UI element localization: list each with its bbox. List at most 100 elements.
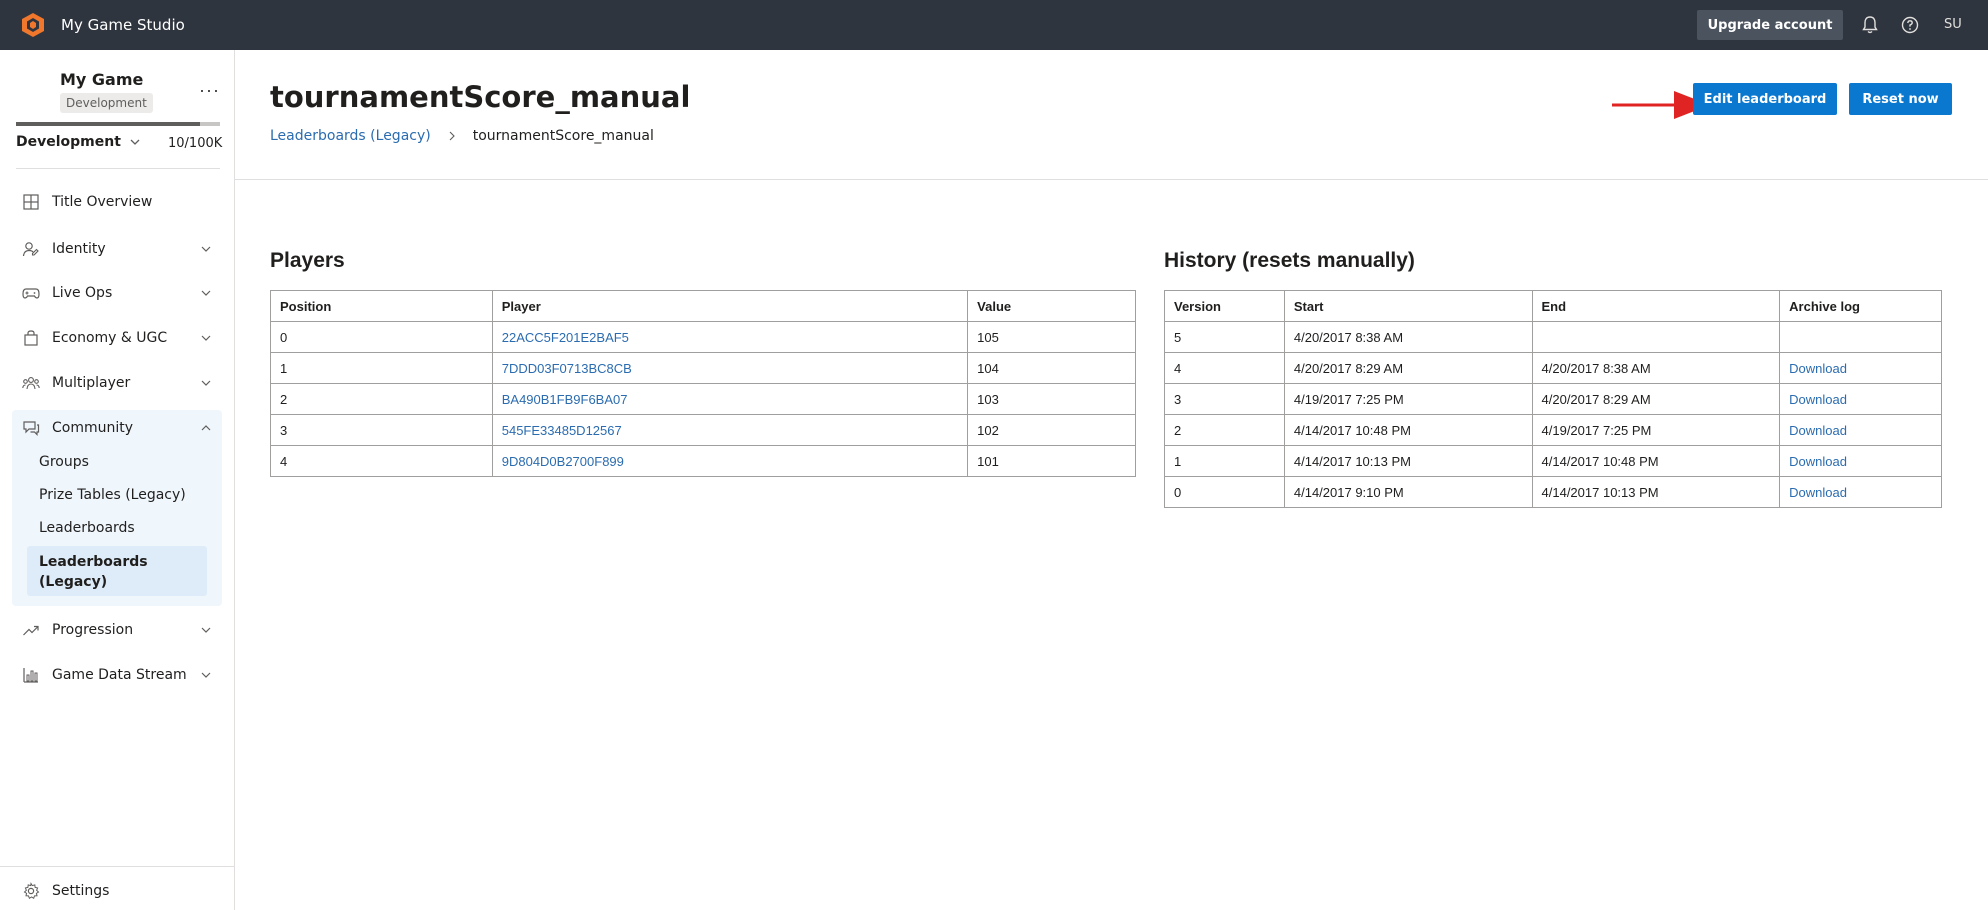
download-link[interactable]: Download	[1789, 423, 1847, 438]
sidebar-item-economy-ugc[interactable]: Economy & UGC	[12, 320, 222, 356]
sidebar: My Game Development ··· Development 10/1…	[0, 50, 235, 910]
sidebar-item-live-ops[interactable]: Live Ops	[12, 275, 222, 311]
version-cell: 4	[1164, 352, 1285, 384]
user-avatar[interactable]: SU	[1944, 17, 1962, 32]
sidebar-item-label: Identity	[52, 241, 106, 257]
game-name: My Game	[60, 70, 144, 89]
end-cell	[1531, 321, 1781, 353]
version-cell: 2	[1164, 414, 1285, 446]
download-link[interactable]: Download	[1789, 392, 1847, 407]
position-cell: 3	[270, 414, 493, 446]
column-header-player: Player	[491, 290, 969, 322]
archive-log-cell: Download	[1779, 352, 1942, 384]
environment-select[interactable]: Development	[16, 134, 141, 150]
people-icon	[22, 377, 40, 390]
column-header-position: Position	[270, 290, 493, 322]
start-cell: 4/19/2017 7:25 PM	[1283, 383, 1533, 415]
value-cell: 101	[967, 445, 1136, 477]
breadcrumb-link-leaderboards-legacy[interactable]: Leaderboards (Legacy)	[270, 128, 431, 144]
end-cell: 4/14/2017 10:48 PM	[1531, 445, 1781, 477]
table-row: 4 4/20/2017 8:29 AM 4/20/2017 8:38 AM Downl…	[1164, 352, 1942, 384]
sidebar-subitem-leaderboards[interactable]: Leaderboards	[39, 520, 135, 536]
start-cell: 4/14/2017 9:10 PM	[1283, 476, 1533, 508]
archive-log-cell: Download	[1779, 414, 1942, 446]
column-header-version: Version	[1164, 290, 1285, 322]
position-cell: 2	[270, 383, 493, 415]
table-row: 0 22ACC5F201E2BAF5 105	[270, 321, 1136, 353]
player-id-link[interactable]: BA490B1FB9F6BA07	[502, 392, 628, 407]
players-table: Position Player Value 0 22ACC5F201E2BAF5 1…	[270, 290, 1136, 477]
sidebar-item-label: Settings	[52, 883, 110, 899]
chevron-right-icon	[449, 131, 455, 141]
edit-leaderboard-button[interactable]: Edit leaderboard	[1693, 83, 1837, 115]
main-content: tournamentScore_manual Leaderboards (Leg…	[235, 50, 1988, 910]
sidebar-subitem-leaderboards-legacy[interactable]: Leaderboards (Legacy)	[27, 546, 207, 596]
sidebar-subitem-prize-tables[interactable]: Prize Tables (Legacy)	[39, 487, 186, 503]
upgrade-account-button[interactable]: Upgrade account	[1697, 10, 1843, 40]
sidebar-item-identity[interactable]: Identity	[12, 231, 222, 267]
usage-bar	[16, 122, 220, 126]
history-table: Version Start End Archive log 5 4/20/2017…	[1164, 290, 1942, 508]
header-divider	[235, 179, 1988, 180]
table-row: 2 4/14/2017 10:48 PM 4/19/2017 7:25 PM Down…	[1164, 414, 1942, 446]
start-cell: 4/20/2017 8:38 AM	[1283, 321, 1533, 353]
sidebar-item-title-overview[interactable]: Title Overview	[12, 184, 222, 220]
archive-log-cell	[1779, 321, 1942, 353]
chevron-down-icon	[201, 246, 211, 252]
sidebar-divider	[16, 168, 220, 169]
sidebar-item-game-data-stream[interactable]: Game Data Stream	[12, 657, 222, 693]
environment-badge: Development	[60, 93, 153, 113]
more-options-button[interactable]: ···	[199, 80, 220, 101]
sidebar-item-label: Community	[52, 420, 134, 436]
players-section-title: Players	[270, 249, 345, 272]
version-cell: 0	[1164, 476, 1285, 508]
table-header-row: Version Start End Archive log	[1164, 290, 1942, 322]
sidebar-item-progression[interactable]: Progression	[12, 612, 222, 648]
position-cell: 4	[270, 445, 493, 477]
player-cell: 7DDD03F0713BC8CB	[491, 352, 969, 384]
version-cell: 3	[1164, 383, 1285, 415]
value-cell: 104	[967, 352, 1136, 384]
chevron-down-icon	[201, 627, 211, 633]
studio-name[interactable]: My Game Studio	[61, 16, 185, 34]
sidebar-item-community[interactable]: Community	[12, 410, 222, 446]
download-link[interactable]: Download	[1789, 454, 1847, 469]
chevron-down-icon	[201, 290, 211, 296]
end-cell: 4/14/2017 10:13 PM	[1531, 476, 1781, 508]
position-cell: 0	[270, 321, 493, 353]
history-section-title: History (resets manually)	[1164, 249, 1415, 272]
start-cell: 4/14/2017 10:48 PM	[1283, 414, 1533, 446]
archive-log-cell: Download	[1779, 476, 1942, 508]
bar-chart-icon	[23, 668, 38, 683]
chevron-down-icon	[201, 380, 211, 386]
end-cell: 4/20/2017 8:38 AM	[1531, 352, 1781, 384]
table-row: 2 BA490B1FB9F6BA07 103	[270, 383, 1136, 415]
gear-icon	[23, 882, 40, 900]
reset-now-button[interactable]: Reset now	[1849, 83, 1952, 115]
table-row: 3 4/19/2017 7:25 PM 4/20/2017 8:29 AM Downl…	[1164, 383, 1942, 415]
help-icon[interactable]	[1899, 14, 1921, 36]
archive-log-cell: Download	[1779, 383, 1942, 415]
table-row: 1 7DDD03F0713BC8CB 104	[270, 352, 1136, 384]
player-id-link[interactable]: 22ACC5F201E2BAF5	[502, 330, 629, 345]
sidebar-item-label: Progression	[52, 622, 134, 638]
column-header-start: Start	[1283, 290, 1533, 322]
playfab-logo-icon[interactable]	[20, 12, 46, 38]
version-cell: 1	[1164, 445, 1285, 477]
download-link[interactable]: Download	[1789, 485, 1847, 500]
sidebar-item-multiplayer[interactable]: Multiplayer	[12, 365, 222, 401]
trending-up-icon	[23, 625, 39, 636]
value-cell: 103	[967, 383, 1136, 415]
value-cell: 105	[967, 321, 1136, 353]
value-cell: 102	[967, 414, 1136, 446]
player-id-link[interactable]: 9D804D0B2700F899	[502, 454, 624, 469]
position-cell: 1	[270, 352, 493, 384]
player-id-link[interactable]: 545FE33485D12567	[502, 423, 622, 438]
download-link[interactable]: Download	[1789, 361, 1847, 376]
sidebar-item-settings[interactable]: Settings	[12, 873, 222, 909]
sidebar-subitem-groups[interactable]: Groups	[39, 454, 89, 470]
chevron-down-icon	[201, 672, 211, 678]
player-id-link[interactable]: 7DDD03F0713BC8CB	[502, 361, 632, 376]
player-cell: 22ACC5F201E2BAF5	[491, 321, 969, 353]
bell-icon[interactable]	[1859, 14, 1881, 36]
